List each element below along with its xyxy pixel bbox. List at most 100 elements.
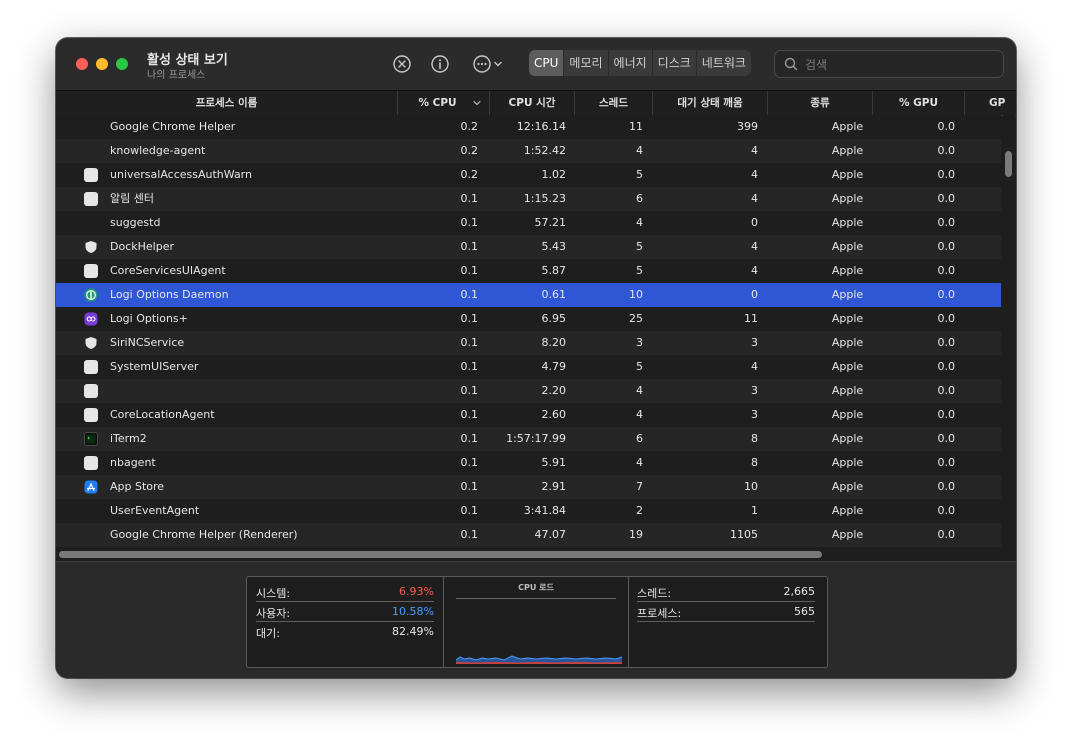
idle-wakeups: 3 <box>751 408 758 421</box>
process-name: Google Chrome Helper <box>110 120 236 133</box>
cpu-time: 1:15.23 <box>523 192 566 205</box>
process-name: 알림 센터 <box>110 192 154 205</box>
idle-wakeups: 8 <box>751 432 758 445</box>
column-header-idle-wakeups[interactable]: 대기 상태 깨움 <box>653 91 768 115</box>
table-row[interactable]: iTerm2 0.1 1:57:17.99 6 8 Apple 0.0 <box>56 427 1001 451</box>
threads-stat: 스레드: 2,665 <box>637 582 815 602</box>
table-row[interactable]: Google Chrome Helper 0.2 12:16.14 11 399 Appl… <box>56 115 1001 139</box>
tab-memory[interactable]: 메모리 <box>564 50 609 76</box>
minimize-window-button[interactable] <box>96 58 108 70</box>
thread-count: 3 <box>636 336 643 349</box>
cpu-time: 6.95 <box>541 312 567 325</box>
system-load-value: 6.93% <box>399 585 434 598</box>
idle-label: 대기: <box>256 627 280 640</box>
idle-wakeups: 1 <box>751 504 758 517</box>
thread-count: 5 <box>636 168 643 181</box>
activity-monitor-window: 활성 상태 보기 나의 프로세스 CPU 메모리 에너지 디스크 네트워크 검색… <box>56 38 1016 678</box>
column-header-threads[interactable]: 스레드 <box>575 91 653 115</box>
search-input[interactable] <box>803 55 997 75</box>
thread-count: 5 <box>636 264 643 277</box>
close-window-button[interactable] <box>76 58 88 70</box>
vertical-scroll-thumb[interactable] <box>1005 151 1012 177</box>
cpu-time: 57.21 <box>534 216 567 229</box>
table-row[interactable]: SiriNCService 0.1 8.20 3 3 Apple 0.0 <box>56 331 1001 355</box>
table-row[interactable]: suggestd 0.1 57.21 4 0 Apple 0.0 <box>56 211 1001 235</box>
table-row[interactable]: Google Chrome Helper (Renderer) 0.1 47.07 1… <box>56 523 1001 547</box>
thread-count: 4 <box>636 408 643 421</box>
cpu-percent: 0.2 <box>460 120 479 133</box>
user-load-value: 10.58% <box>392 605 434 618</box>
table-row[interactable]: nbagent 0.1 5.91 4 8 Apple 0.0 <box>56 451 1001 475</box>
tab-energy[interactable]: 에너지 <box>609 50 653 76</box>
chevron-down-icon <box>494 61 502 67</box>
system-load-label: 시스템: <box>256 587 291 600</box>
more-actions-button[interactable] <box>469 53 507 75</box>
process-name: iTerm2 <box>110 432 147 445</box>
thread-count: 4 <box>636 144 643 157</box>
cpu-time: 4.79 <box>541 360 567 373</box>
cpu-time: 1:52.42 <box>523 144 566 157</box>
cpu-load-graph: CPU 로드 <box>444 577 628 667</box>
idle-wakeups: 399 <box>737 120 758 133</box>
tab-network[interactable]: 네트워크 <box>697 50 751 76</box>
table-row[interactable]: App Store 0.1 2.91 7 10 Apple 0.0 <box>56 475 1001 499</box>
gpu-percent: 0.0 <box>937 432 956 445</box>
table-row[interactable]: SystemUIServer 0.1 4.79 5 4 Apple 0.0 <box>56 355 1001 379</box>
gpu-percent: 0.0 <box>937 192 956 205</box>
table-row[interactable]: Logi Options+ 0.1 6.95 25 11 Apple 0.0 <box>56 307 1001 331</box>
process-name: nbagent <box>110 456 156 469</box>
idle-wakeups: 0 <box>751 216 758 229</box>
column-header-cpu[interactable]: % CPU <box>398 91 490 115</box>
gpu-percent: 0.0 <box>937 288 956 301</box>
column-header-kind[interactable]: 종류 <box>768 91 873 115</box>
horizontal-scroll-thumb[interactable] <box>59 551 822 558</box>
table-row[interactable]: 알림 센터 0.1 1:15.23 6 4 Apple 0.0 <box>56 187 1001 211</box>
table-row[interactable]: DockHelper 0.1 5.43 5 4 Apple 0.0 <box>56 235 1001 259</box>
tab-cpu[interactable]: CPU <box>529 50 565 76</box>
cpu-percent: 0.1 <box>460 384 479 397</box>
table-row[interactable]: CoreServicesUIAgent 0.1 5.87 5 4 Apple 0.0 <box>56 259 1001 283</box>
vertical-scrollbar[interactable] <box>1003 115 1015 547</box>
gpu-percent: 0.0 <box>937 216 956 229</box>
table-row[interactable]: universalAccessAuthWarn 0.2 1.02 5 4 Apple 0.0 <box>56 163 1001 187</box>
stop-process-button[interactable] <box>391 53 413 75</box>
process-name: DockHelper <box>110 240 174 253</box>
process-name: App Store <box>110 480 165 493</box>
cpu-percent: 0.1 <box>460 408 479 421</box>
processes-label: 프로세스: <box>637 607 682 620</box>
table-row[interactable]: 0.1 2.20 4 3 Apple 0.0 <box>56 379 1001 403</box>
process-name <box>110 379 395 403</box>
inspect-process-button[interactable] <box>429 53 451 75</box>
window-subtitle[interactable]: 나의 프로세스 <box>147 66 205 81</box>
column-header-cpu-time[interactable]: CPU 시간 <box>490 91 575 115</box>
table-row[interactable]: knowledge-agent 0.2 1:52.42 4 4 Apple 0.0 <box>56 139 1001 163</box>
zoom-window-button[interactable] <box>116 58 128 70</box>
thread-count: 4 <box>636 456 643 469</box>
system-load-stat: 시스템: 6.93% <box>256 582 434 602</box>
table-row[interactable]: UserEventAgent 0.1 3:41.84 2 1 Apple 0.0 <box>56 499 1001 523</box>
horizontal-scrollbar[interactable] <box>56 547 1003 561</box>
table-row[interactable]: CoreLocationAgent 0.1 2.60 4 3 Apple 0.0 <box>56 403 1001 427</box>
cpu-percent: 0.1 <box>460 432 479 445</box>
processes-stat: 프로세스: 565 <box>637 602 815 622</box>
cpu-time: 5.91 <box>541 456 567 469</box>
process-name: SystemUIServer <box>110 360 199 373</box>
table-header: 프로세스 이름 % CPU CPU 시간 스레드 대기 상태 깨움 종류 % G… <box>56 91 1016 116</box>
idle-wakeups: 4 <box>751 144 758 157</box>
column-header-gpu[interactable]: % GPU <box>873 91 965 115</box>
column-header-process-name[interactable]: 프로세스 이름 <box>56 91 398 115</box>
tab-disk[interactable]: 디스크 <box>653 50 697 76</box>
thread-count: 5 <box>636 360 643 373</box>
user-load-label: 사용자: <box>256 607 291 620</box>
toolbar: 활성 상태 보기 나의 프로세스 CPU 메모리 에너지 디스크 네트워크 검색 <box>56 38 1016 91</box>
column-header-gpu-time[interactable]: GP <box>965 91 1016 115</box>
gpu-percent: 0.0 <box>937 144 956 157</box>
search-icon <box>784 57 798 71</box>
idle-wakeups: 4 <box>751 360 758 373</box>
cpu-percent: 0.1 <box>460 288 479 301</box>
thread-count: 10 <box>629 288 643 301</box>
table-row[interactable]: Logi Options Daemon 0.1 0.61 10 0 Apple 0.0 <box>56 283 1001 307</box>
gpu-percent: 0.0 <box>937 384 956 397</box>
process-table: Google Chrome Helper 0.2 12:16.14 11 399 Appl… <box>56 115 1001 547</box>
thread-count: 6 <box>636 432 643 445</box>
